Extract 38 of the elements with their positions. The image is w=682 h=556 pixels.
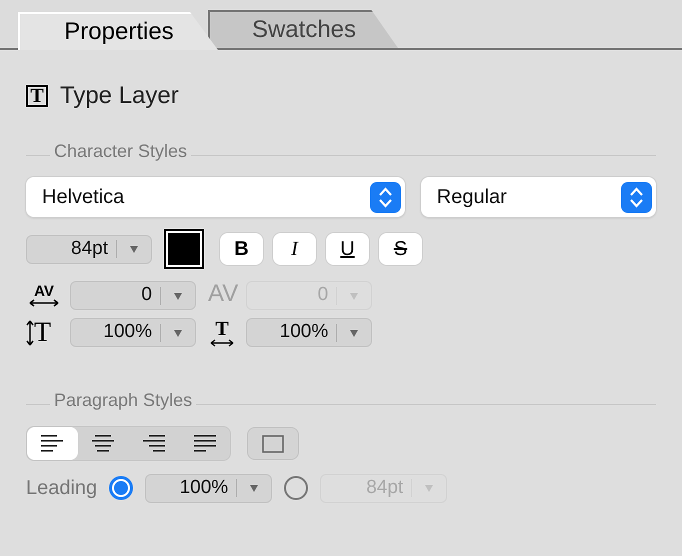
number-dropdown[interactable]: 84pt bbox=[26, 234, 152, 264]
text-style-button[interactable]: S bbox=[379, 233, 422, 265]
caret-icon bbox=[249, 483, 260, 493]
radio-button[interactable] bbox=[284, 476, 308, 500]
kerning-icon: AV bbox=[208, 280, 238, 307]
section-heading: Character Styles bbox=[53, 140, 188, 163]
tab[interactable]: Properties bbox=[18, 12, 218, 50]
up-down-arrows-icon bbox=[621, 182, 652, 212]
text-style-button[interactable]: B bbox=[220, 233, 263, 265]
font-dropdown[interactable]: Helvetica bbox=[26, 177, 405, 217]
align-icon bbox=[142, 434, 165, 452]
radio-button[interactable] bbox=[109, 476, 134, 500]
number-dropdown[interactable]: 0 bbox=[70, 281, 196, 310]
caret-icon bbox=[173, 328, 183, 338]
font-dropdown[interactable]: Regular bbox=[420, 177, 656, 217]
align-icon bbox=[41, 434, 64, 452]
leading-label: Leading bbox=[26, 476, 98, 501]
align-icon bbox=[92, 434, 114, 452]
number-dropdown[interactable]: 100% bbox=[70, 318, 196, 347]
caret-icon bbox=[173, 290, 183, 300]
text-style-button[interactable]: U bbox=[326, 233, 369, 265]
section-heading: Paragraph Styles bbox=[53, 389, 194, 412]
square-icon bbox=[262, 434, 284, 452]
caret-icon bbox=[349, 290, 360, 300]
tab[interactable]: Swatches bbox=[208, 10, 398, 48]
alignment-button[interactable] bbox=[27, 427, 78, 460]
box-button[interactable] bbox=[247, 427, 299, 460]
color-swatch[interactable] bbox=[164, 229, 204, 269]
layer-title: Type Layer bbox=[60, 81, 179, 111]
number-dropdown[interactable]: 100% bbox=[246, 318, 372, 347]
caret-icon bbox=[129, 244, 139, 254]
caret-icon bbox=[349, 328, 360, 338]
text-style-button[interactable]: I bbox=[273, 233, 316, 265]
align-icon bbox=[194, 434, 216, 452]
up-down-arrows-icon bbox=[370, 182, 401, 212]
caret-icon bbox=[424, 483, 434, 493]
text-tool-icon: T bbox=[26, 85, 48, 107]
number-dropdown[interactable]: 100% bbox=[145, 474, 272, 502]
